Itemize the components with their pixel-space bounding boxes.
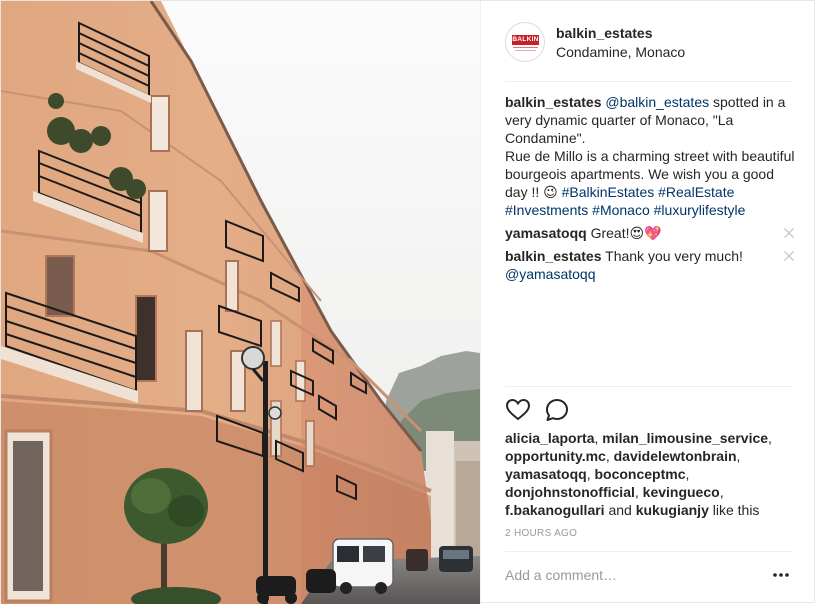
street-photo-image: [1, 1, 480, 604]
caption-author[interactable]: balkin_estates: [505, 94, 602, 110]
liker-username[interactable]: alicia_laporta: [505, 430, 595, 446]
liker-username[interactable]: davidelewtonbrain: [614, 448, 737, 464]
add-comment-input[interactable]: [505, 565, 755, 585]
comment-author[interactable]: balkin_estates: [505, 248, 602, 264]
comments-list: balkin_estates @balkin_estates spotted i…: [505, 93, 795, 288]
logo-subline-2: [515, 50, 536, 51]
post-timestamp[interactable]: 2 HOURS AGO: [505, 528, 577, 539]
comment-author[interactable]: yamasatoqq: [505, 225, 587, 241]
liker-username[interactable]: f.bakanogullari: [505, 502, 605, 518]
liker-username[interactable]: kukugianjy: [636, 502, 709, 518]
comment-mention[interactable]: @yamasatoqq: [505, 266, 595, 282]
actions-divider: [505, 386, 793, 387]
post-location[interactable]: Condamine, Monaco: [556, 44, 685, 60]
comment-text: Great!😍💖: [590, 225, 662, 241]
post-header: BALKIN balkin_estates Condamine, Monaco: [481, 1, 815, 83]
liker-username[interactable]: kevingueco: [643, 484, 720, 500]
likes-suffix: like this: [708, 502, 760, 518]
hashtag[interactable]: #Investments: [505, 202, 588, 218]
comment-text: Thank you very much!: [605, 248, 743, 264]
hashtag[interactable]: #RealEstate: [658, 184, 734, 200]
header-divider: [505, 81, 793, 82]
comment-box-divider: [505, 551, 793, 552]
comment-item: yamasatoqq Great!😍💖: [505, 224, 795, 242]
close-x-icon[interactable]: [783, 227, 795, 239]
speech-bubble-icon[interactable]: [544, 397, 570, 423]
hashtag[interactable]: #BalkinEstates: [562, 184, 655, 200]
hashtag[interactable]: #luxurylifestyle: [654, 202, 746, 218]
post-photo[interactable]: [1, 1, 480, 604]
close-x-icon[interactable]: [783, 250, 795, 262]
likes-and: and: [604, 502, 636, 518]
heart-outline-icon[interactable]: [505, 397, 531, 423]
hashtag[interactable]: #Monaco: [592, 202, 650, 218]
liker-username[interactable]: milan_limousine_service: [602, 430, 768, 446]
balkin-logo-text: BALKIN: [512, 36, 539, 43]
post-username[interactable]: balkin_estates: [556, 25, 653, 41]
logo-subline: [513, 47, 538, 48]
liker-username[interactable]: boconceptmc: [594, 466, 685, 482]
post-details-panel: BALKIN balkin_estates Condamine, Monaco …: [480, 1, 815, 604]
liker-username[interactable]: opportunity.mc: [505, 448, 606, 464]
likes-summary: alicia_laporta, milan_limousine_service,…: [505, 430, 772, 518]
post-modal: BALKIN balkin_estates Condamine, Monaco …: [0, 0, 815, 604]
avatar[interactable]: BALKIN: [505, 22, 545, 62]
liker-username[interactable]: yamasatoqq: [505, 466, 587, 482]
caption-comment: balkin_estates @balkin_estates spotted i…: [505, 93, 795, 219]
liker-username[interactable]: donjohnstonofficial: [505, 484, 635, 500]
caption-mention[interactable]: @balkin_estates: [605, 94, 709, 110]
ellipsis-icon[interactable]: [771, 567, 791, 583]
comment-item: balkin_estates Thank you very much! @yam…: [505, 247, 795, 283]
